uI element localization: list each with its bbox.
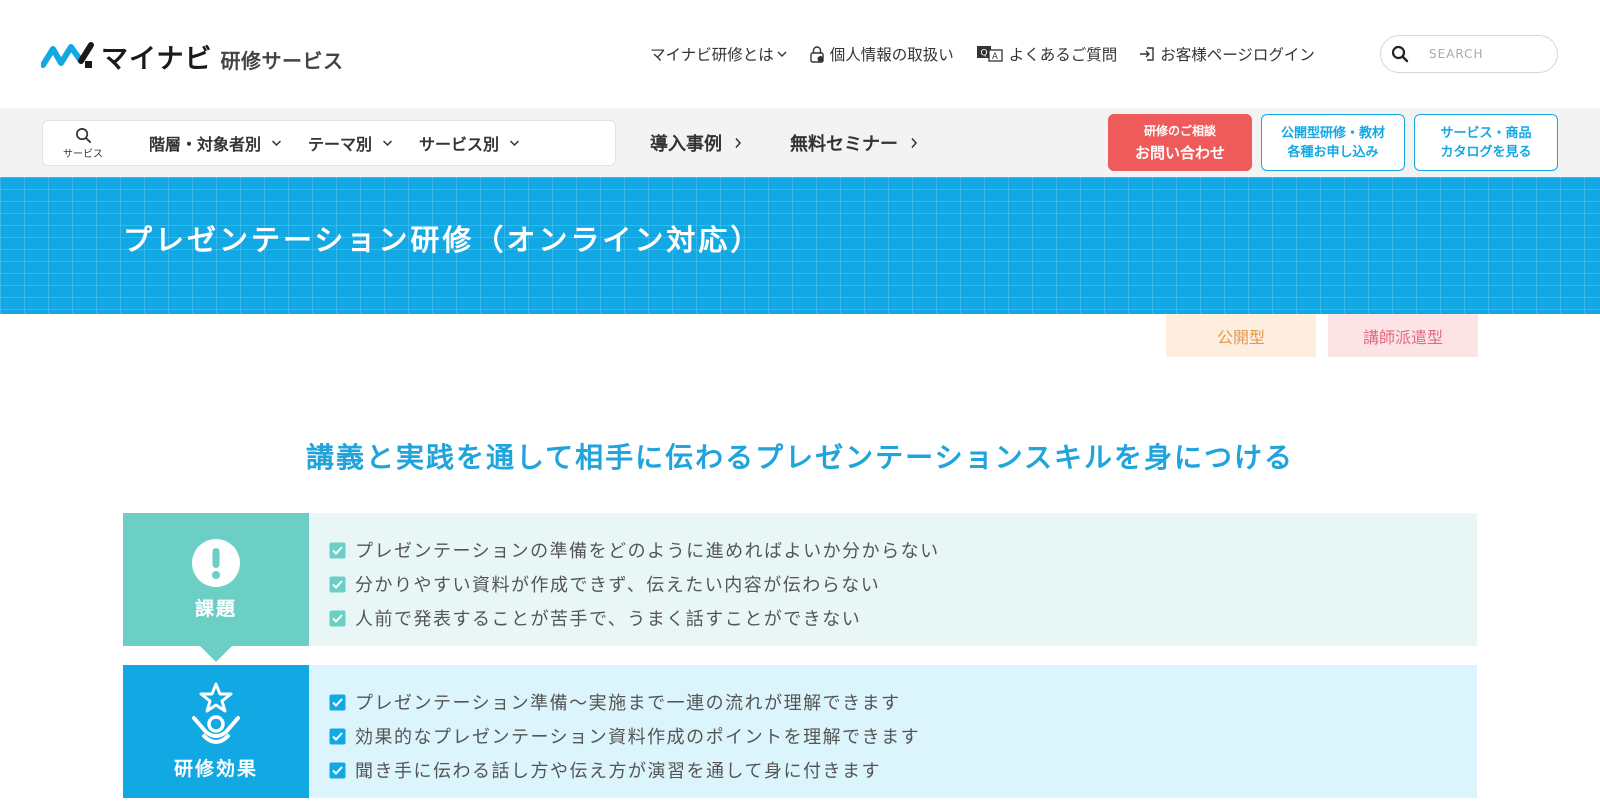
logo-sub-text: 研修サービス [220,48,344,73]
problem-block: 課題 プレゼンテーションの準備をどのように進めればよいか分からない 分かりやすい… [123,513,1477,662]
checkbox-checked-icon [329,762,346,778]
login-icon [1140,47,1154,61]
contact-button[interactable]: 研修のご相談 お問い合わせ [1108,114,1252,171]
contact-button-line2: お問い合わせ [1134,144,1225,162]
effect-block: 研修効果 プレゼンテーション準備〜実施まで一連の流れが理解できます 効果的なプレ… [123,665,1477,798]
apply-button-line1: 公開型研修・教材 [1280,125,1385,141]
faq-icon: QA [976,46,1003,62]
list-item: 聞き手に伝わる話し方や伝え方が演習を通して身に付きます [329,753,920,787]
top-header: マイナビ 研修サービス マイナビ研修とは 個人情報の取扱い QA よくあるご質問… [0,0,1600,108]
problem-item-text: プレゼンテーションの準備をどのように進めればよいか分からない [355,541,940,562]
logo-main-text: マイナビ [101,43,213,75]
category-nav: サービス 階層・対象者別 テーマ別 サービス別 [42,120,616,166]
nav-category-service[interactable]: サービス別 [419,131,520,155]
effect-label-panel: 研修効果 [123,665,309,798]
tag-dispatch: 講師派遣型 [1328,314,1478,357]
list-item: 効果的なプレゼンテーション資料作成のポイントを理解できます [329,719,920,753]
problem-label: 課題 [194,598,237,620]
logo-mark-icon [41,42,94,68]
svg-text:A: A [992,52,998,62]
site-search[interactable] [1380,35,1558,73]
nav-link-seminar-label: 無料セミナー [790,134,898,155]
main-nav-bar: サービス 階層・対象者別 テーマ別 サービス別 導入事例 無料セミナー 研修のご… [0,108,1600,177]
svg-text:Q: Q [980,49,987,59]
effect-item-text: プレゼンテーション準備〜実施まで一連の流れが理解できます [355,693,901,714]
nav-link-seminar[interactable]: 無料セミナー [790,130,918,156]
problem-list: プレゼンテーションの準備をどのように進めればよいか分からない 分かりやすい資料が… [309,513,940,646]
chevron-down-icon [383,140,393,147]
checkbox-checked-icon [329,728,346,744]
nav-category-theme[interactable]: テーマ別 [308,131,393,155]
list-item: 分かりやすい資料が作成できず、伝えたい内容が伝わらない [329,567,940,601]
catalog-button[interactable]: サービス・商品 カタログを見る [1414,114,1558,171]
nav-category-level[interactable]: 階層・対象者別 [149,131,282,155]
util-link-about[interactable]: マイナビ研修とは [650,43,787,65]
service-search-label: サービス [63,148,103,160]
apply-button-line2: 各種お申し込み [1287,144,1379,160]
exclamation-icon [192,539,240,587]
list-item: 人前で発表することが苦手で、うまく話すことができない [329,601,940,635]
nav-category-service-label: サービス別 [419,135,500,154]
util-link-privacy-label: 個人情報の取扱い [829,46,954,64]
chevron-down-icon [271,140,282,147]
nav-category-level-label: 階層・対象者別 [149,135,262,154]
util-link-about-label: マイナビ研修とは [650,46,774,64]
tag-public: 公開型 [1166,314,1316,357]
problem-item-text: 分かりやすい資料が作成できず、伝えたい内容が伝わらない [355,575,881,596]
checkbox-checked-icon [329,694,346,710]
catalog-button-line2: カタログを見る [1440,144,1532,160]
nav-category-theme-label: テーマ別 [308,135,373,154]
problem-item-text: 人前で発表することが苦手で、うまく話すことができない [355,609,862,630]
apply-button[interactable]: 公開型研修・教材 各種お申し込み [1261,114,1405,171]
util-link-privacy[interactable]: 個人情報の取扱い [809,43,954,65]
util-link-login[interactable]: お客様ページログイン [1139,43,1315,65]
util-link-login-label: お客様ページログイン [1160,46,1315,64]
lock-icon [810,46,824,63]
utility-nav: マイナビ研修とは 個人情報の取扱い QA よくあるご質問 お客様ページログイン [650,40,1337,68]
util-link-faq[interactable]: QA よくあるご質問 [976,43,1118,65]
nav-link-cases[interactable]: 導入事例 [650,130,742,156]
lead-heading: 講義と実践を通して相手に伝わるプレゼンテーションスキルを身につける [305,441,1295,474]
search-icon [75,127,91,143]
problem-label-panel: 課題 [123,513,309,662]
effect-list: プレゼンテーション準備〜実施まで一連の流れが理解できます 効果的なプレゼンテーシ… [309,665,920,798]
effect-item-text: 聞き手に伝わる話し方や伝え方が演習を通して身に付きます [355,761,881,782]
pointer-arrow [200,646,232,662]
list-item: プレゼンテーションの準備をどのように進めればよいか分からない [329,533,940,567]
search-icon [1391,45,1409,63]
effect-label: 研修効果 [173,758,258,780]
chevron-right-icon [735,138,742,148]
effect-item-text: 効果的なプレゼンテーション資料作成のポイントを理解できます [355,727,921,748]
chevron-right-icon [911,138,918,148]
catalog-button-line1: サービス・商品 [1440,125,1532,141]
site-logo[interactable]: マイナビ 研修サービス [41,36,343,76]
search-input[interactable] [1429,47,1529,61]
chevron-down-icon [510,140,520,147]
star-person-icon [192,682,240,744]
util-link-faq-label: よくあるご質問 [1008,46,1118,64]
checkbox-checked-icon [329,610,346,626]
nav-link-cases-label: 導入事例 [650,134,722,155]
checkbox-checked-icon [329,576,346,592]
list-item: プレゼンテーション準備〜実施まで一連の流れが理解できます [329,685,920,719]
page-banner: プレゼンテーション研修（オンライン対応） [0,177,1600,314]
page-title: プレゼンテーション研修（オンライン対応） [123,223,763,257]
contact-button-line1: 研修のご相談 [1143,124,1216,138]
checkbox-checked-icon [329,542,346,558]
chevron-down-icon [777,51,787,57]
service-search-button[interactable]: サービス [43,127,123,160]
